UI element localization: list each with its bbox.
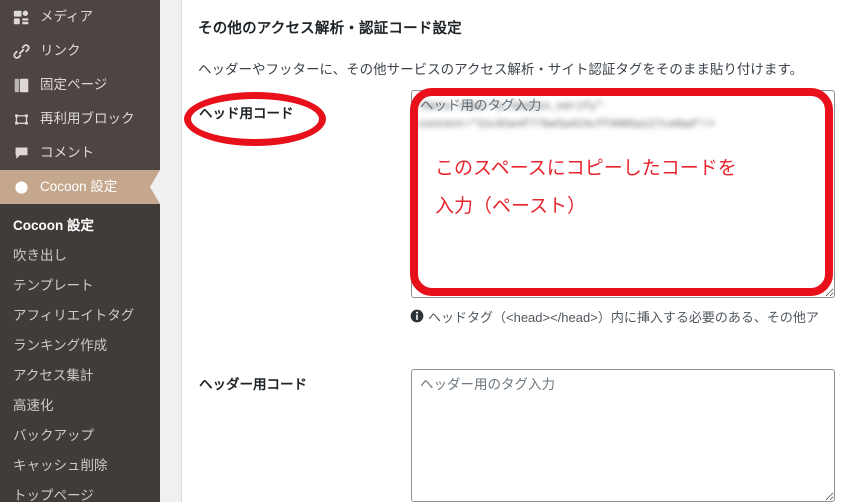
sidebar-submenu-cocoon: Cocoon 設定 吹き出し テンプレート アフィリエイトタグ ランキング作成 … [0, 204, 160, 502]
page-title: その他のアクセス解析・認証コード設定 [198, 21, 462, 38]
sidebar-item-label: コメント [40, 145, 94, 161]
sidebar-subitem-cache-delete[interactable]: キャッシュ削除 [0, 451, 160, 481]
sidebar-item-media[interactable]: メディア [0, 0, 160, 34]
head-code-label: ヘッド用コード [199, 106, 294, 121]
head-code-help-row: ヘッドタグ（<head></head>）内に挿入する必要のある、その他ア [410, 307, 819, 326]
reusable-block-icon [11, 109, 31, 129]
sidebar-subitem-ranking[interactable]: ランキング作成 [0, 331, 160, 361]
sidebar-subitem-affiliate-tag[interactable]: アフィリエイトタグ [0, 301, 160, 331]
page-icon [11, 75, 31, 95]
sidebar-item-comments[interactable]: コメント [0, 136, 160, 170]
sidebar-item-pages[interactable]: 固定ページ [0, 68, 160, 102]
sidebar-item-label: メディア [40, 9, 94, 25]
info-icon [410, 309, 424, 323]
sidebar-item-cocoon-settings[interactable]: Cocoon 設定 [0, 170, 160, 204]
sidebar-subitem-template[interactable]: テンプレート [0, 271, 160, 301]
sidebar-subitem-speed-up[interactable]: 高速化 [0, 391, 160, 421]
header-code-label: ヘッダー用コード [199, 377, 307, 392]
content-gutter [160, 0, 181, 502]
admin-screen: メディア リンク 固定ページ 再利用ブロック コメント Cocoon 設定 Co… [0, 0, 854, 502]
sidebar-item-label: 再利用ブロック [40, 111, 135, 127]
sidebar-item-links[interactable]: リンク [0, 34, 160, 68]
sidebar-item-label: Cocoon 設定 [40, 179, 118, 195]
admin-sidebar: メディア リンク 固定ページ 再利用ブロック コメント Cocoon 設定 Co… [0, 0, 160, 502]
sidebar-subitem-top-page[interactable]: トップページ [0, 481, 160, 502]
cocoon-icon [11, 177, 31, 197]
sidebar-subitem-access-stats[interactable]: アクセス集計 [0, 361, 160, 391]
settings-content: その他のアクセス解析・認証コード設定 ヘッダーやフッターに、その他サービスのアク… [181, 0, 854, 502]
sidebar-subitem-cocoon-settings[interactable]: Cocoon 設定 [0, 211, 160, 241]
sidebar-item-reusable-blocks[interactable]: 再利用ブロック [0, 102, 160, 136]
sidebar-subitem-backup[interactable]: バックアップ [0, 421, 160, 451]
current-item-arrow [150, 170, 160, 204]
sidebar-item-label: リンク [40, 43, 81, 59]
sidebar-main-menu: メディア リンク 固定ページ 再利用ブロック コメント Cocoon 設定 [0, 0, 160, 204]
sidebar-item-label: 固定ページ [40, 77, 108, 93]
media-icon [11, 7, 31, 27]
comment-icon [11, 143, 31, 163]
sidebar-subitem-speech-balloon[interactable]: 吹き出し [0, 241, 160, 271]
header-code-textarea[interactable] [411, 369, 835, 502]
section-description: ヘッダーやフッターに、その他サービスのアクセス解析・サイト認証タグをそのまま貼り… [198, 61, 804, 77]
head-code-help-text: ヘッドタグ（<head></head>）内に挿入する必要のある、その他ア [428, 310, 819, 325]
link-icon [11, 41, 31, 61]
head-code-textarea[interactable] [411, 90, 835, 298]
